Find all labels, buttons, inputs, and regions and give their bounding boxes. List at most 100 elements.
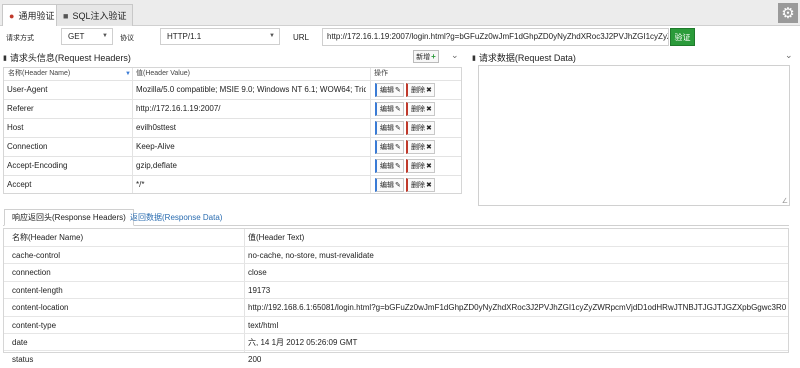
- tab-response-data[interactable]: 返回数据(Response Data): [123, 209, 229, 226]
- pencil-icon: ✎: [395, 87, 401, 94]
- edit-button[interactable]: 编辑 ✎: [375, 83, 404, 97]
- header-value-cell: Mozilla/5.0 compatible; MSIE 9.0; Window…: [136, 85, 366, 94]
- pencil-icon: ✎: [395, 182, 401, 189]
- header-name-cell: Accept: [7, 180, 32, 189]
- table-row: content-length 19173: [4, 280, 788, 298]
- request-data-heading: ▮ 请求数据(Request Data): [472, 51, 576, 64]
- plus-icon: +: [431, 52, 436, 61]
- edit-label: 编辑: [380, 182, 394, 189]
- edit-button[interactable]: 编辑 ✎: [375, 102, 404, 116]
- response-header-name: connection: [12, 268, 51, 278]
- close-icon: ✖: [426, 144, 432, 151]
- delete-label: 删除: [411, 163, 425, 170]
- table-row: content-type text/html: [4, 315, 788, 333]
- gear-icon[interactable]: ⚙: [778, 3, 798, 23]
- protocol-label: 协议: [120, 35, 134, 42]
- tab-label: SQL注入验证: [72, 11, 127, 21]
- chevron-down-icon[interactable]: ⌄: [451, 50, 459, 61]
- edit-label: 编辑: [380, 163, 394, 170]
- chevron-down-icon[interactable]: ⌄: [785, 50, 793, 61]
- resize-handle-icon[interactable]: ∠: [782, 197, 788, 205]
- close-icon: ✖: [426, 87, 432, 94]
- close-icon: ✖: [426, 125, 432, 132]
- edit-label: 编辑: [380, 144, 394, 151]
- verify-button[interactable]: 验证: [670, 28, 695, 46]
- url-input[interactable]: http://172.16.1.19:2007/login.html?g=bGF…: [322, 28, 669, 46]
- add-header-button[interactable]: 新增 +: [413, 50, 439, 63]
- delete-button[interactable]: 删除 ✖: [406, 83, 435, 97]
- edit-label: 编辑: [380, 106, 394, 113]
- request-headers-table: 名称(Header Name) ▼ 值(Header Value) 操作 Use…: [3, 67, 462, 194]
- delete-button[interactable]: 删除 ✖: [406, 140, 435, 154]
- response-header-value: close: [248, 268, 267, 278]
- header-name-cell: Referer: [7, 104, 34, 113]
- delete-label: 删除: [411, 106, 425, 113]
- method-select[interactable]: GET ▼: [61, 28, 113, 45]
- response-header-name: content-length: [12, 285, 63, 295]
- edit-button[interactable]: 编辑 ✎: [375, 140, 404, 154]
- delete-button[interactable]: 删除 ✖: [406, 102, 435, 116]
- delete-label: 删除: [411, 144, 425, 151]
- response-header-name: status: [12, 355, 34, 365]
- header-value-cell: */*: [136, 180, 145, 189]
- header-value-cell: http://172.16.1.19:2007/: [136, 104, 221, 113]
- tab-response-headers[interactable]: 响应返回头(Response Headers): [4, 209, 134, 226]
- header-name-cell: Accept-Encoding: [7, 161, 68, 170]
- chevron-down-icon: ▼: [102, 33, 108, 39]
- table-row: date 六, 14 1月 2012 05:26:09 GMT: [4, 333, 788, 350]
- table-row[interactable]: User-Agent Mozilla/5.0 compatible; MSIE 9…: [4, 80, 461, 99]
- request-headers-heading: ▮ 请求头信息(Request Headers): [3, 51, 131, 64]
- pencil-icon: ✎: [395, 125, 401, 132]
- column-header-text: 值(Header Text): [248, 233, 305, 242]
- table-row: cache-control no-cache, no-store, must-re…: [4, 246, 788, 263]
- edit-button[interactable]: 编辑 ✎: [375, 121, 404, 135]
- url-label: URL: [293, 33, 310, 42]
- edit-label: 编辑: [380, 125, 394, 132]
- table-row[interactable]: Accept-Encoding gzip,deflate 编辑 ✎ 删除 ✖: [4, 156, 461, 175]
- sort-desc-icon[interactable]: ▼: [125, 71, 131, 77]
- delete-button[interactable]: 删除 ✖: [406, 178, 435, 192]
- table-row: status 200: [4, 350, 788, 367]
- tab-sql-injection[interactable]: ■ SQL注入验证: [56, 4, 134, 26]
- tab-general-verify[interactable]: ● 通用验证: [2, 4, 62, 26]
- header-value-cell: Keep-Alive: [136, 142, 175, 151]
- response-headers-table: 名称(Header Name) 值(Header Text) cache-con…: [3, 228, 789, 364]
- header-name-cell: Connection: [7, 142, 48, 151]
- response-header-value: 200: [248, 355, 262, 365]
- response-header-name: content-location: [12, 303, 69, 313]
- response-header-name: cache-control: [12, 251, 61, 260]
- delete-button[interactable]: 删除 ✖: [406, 159, 435, 173]
- delete-label: 删除: [411, 87, 425, 94]
- edit-button[interactable]: 编辑 ✎: [375, 159, 404, 173]
- header-name-cell: Host: [7, 123, 24, 132]
- edit-button[interactable]: 编辑 ✎: [375, 178, 404, 192]
- header-name-cell: User-Agent: [7, 85, 48, 94]
- document-icon: ▮: [3, 54, 7, 62]
- protocol-select[interactable]: HTTP/1.1 ▼: [160, 28, 280, 45]
- response-header-value: text/html: [248, 320, 279, 330]
- method-value: GET: [68, 32, 85, 41]
- column-header-name: 名称(Header Name): [12, 233, 84, 242]
- alert-circle-icon: ●: [9, 10, 15, 21]
- table-row[interactable]: Host evilh0sttest 编辑 ✎ 删除 ✖: [4, 118, 461, 137]
- tab-label: 通用验证: [18, 11, 55, 21]
- response-header-value: 六, 14 1月 2012 05:26:09 GMT: [248, 338, 358, 347]
- edit-label: 编辑: [380, 87, 394, 94]
- column-header-ops: 操作: [374, 70, 388, 77]
- column-header-name: 名称(Header Name): [8, 70, 71, 77]
- table-row: content-location http://192.168.6.1:65081…: [4, 298, 788, 315]
- table-row[interactable]: Accept */* 编辑 ✎ 删除 ✖: [4, 175, 461, 194]
- table-row[interactable]: Referer http://172.16.1.19:2007/编辑 ✎ 删除 ✖: [4, 99, 461, 118]
- header-value-cell: evilh0sttest: [136, 123, 177, 132]
- protocol-value: HTTP/1.1: [167, 32, 202, 41]
- method-label: 请求方式: [6, 35, 34, 42]
- pencil-icon: ✎: [395, 106, 401, 113]
- response-header-value: 19173: [248, 285, 271, 295]
- add-label: 新增: [416, 53, 431, 61]
- delete-button[interactable]: 删除 ✖: [406, 121, 435, 135]
- request-data-textarea[interactable]: ∠: [478, 65, 790, 206]
- response-header-name: date: [12, 338, 28, 347]
- pencil-icon: ✎: [395, 144, 401, 151]
- request-data-title: 请求数据(Request Data): [478, 53, 576, 63]
- table-row[interactable]: Connection Keep-Alive 编辑 ✎ 删除 ✖: [4, 137, 461, 156]
